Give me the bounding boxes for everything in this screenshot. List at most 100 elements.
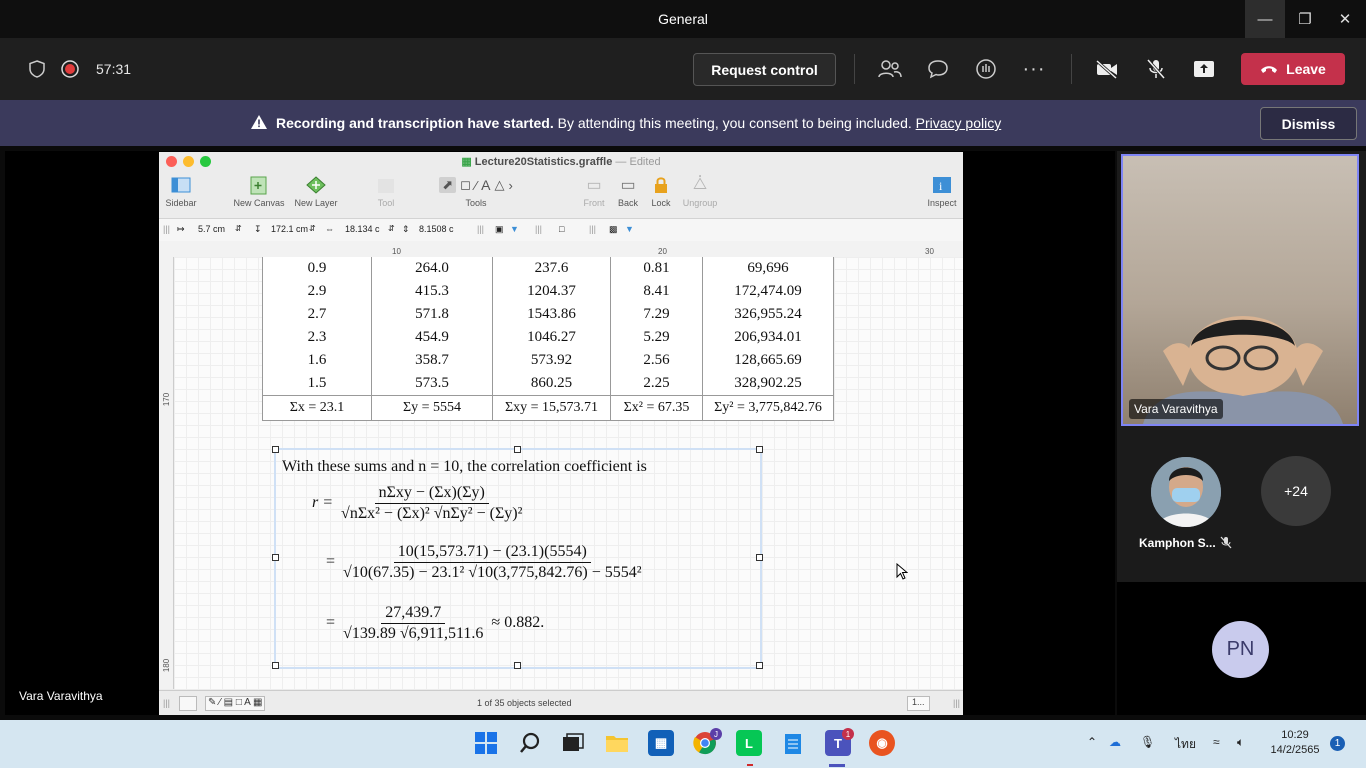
store-icon[interactable]: ▦ <box>648 730 674 756</box>
line-app-icon[interactable]: L <box>736 730 762 756</box>
stepper-icon[interactable]: ⇵ <box>309 224 316 233</box>
selection-status: 1 of 35 objects selected <box>477 698 572 708</box>
width-field[interactable]: 18.134 c <box>345 224 380 234</box>
wifi-icon[interactable]: ≈ <box>1213 735 1220 749</box>
y-position-field[interactable]: 172.1 cm <box>271 224 308 234</box>
pointer-icon[interactable]: ⬈ <box>439 177 457 193</box>
more-icon[interactable]: ··· <box>1021 56 1047 82</box>
graffle-file-icon: ▦ <box>461 156 472 168</box>
table-cell: 573.92 <box>492 349 611 372</box>
drawing-canvas[interactable]: 0.9 264.0 237.6 0.81 69,696 2.9 415.3 1204.37 8.… <box>174 257 963 689</box>
text-icon[interactable]: A <box>481 177 490 193</box>
ungroup-button[interactable]: ⧊ Ungroup <box>679 172 721 208</box>
dropdown-icon[interactable]: ▼ <box>510 224 519 234</box>
height-field[interactable]: 8.1508 c <box>419 224 454 234</box>
microphone-icon[interactable]: 🎙︎ <box>1140 735 1155 749</box>
stepper-icon[interactable]: ⇵ <box>388 224 395 233</box>
search-icon[interactable] <box>517 730 543 756</box>
zoom-select[interactable]: 1... <box>907 696 930 711</box>
selection-handle[interactable] <box>756 662 763 669</box>
lock-button[interactable]: Lock <box>648 172 674 208</box>
table-cell: 358.7 <box>371 349 493 372</box>
mic-off-icon[interactable] <box>1143 56 1169 82</box>
data-table: 0.9 264.0 237.6 0.81 69,696 2.9 415.3 1204.37 8.… <box>262 257 834 421</box>
formula-numerator: 10(15,573.71) − (23.1)(5554) <box>393 543 591 563</box>
file-explorer-icon[interactable] <box>604 730 630 756</box>
shape-icon[interactable]: ◻ <box>460 177 471 193</box>
tools-group[interactable]: ⬈ ◻ ∕ A △ › Tools <box>406 172 546 208</box>
table-cell: 1.5 <box>262 372 372 396</box>
new-layer-button[interactable]: New Layer <box>291 172 341 208</box>
leave-button[interactable]: Leave <box>1241 53 1345 85</box>
x-position-field[interactable]: 5.7 cm <box>198 224 225 234</box>
grip-icon: ||| <box>477 224 485 234</box>
sidebar-button[interactable]: Sidebar <box>164 172 198 208</box>
language-indicator[interactable]: ไทย <box>1175 735 1196 754</box>
shield-icon <box>24 56 50 82</box>
new-canvas-button[interactable]: New Canvas <box>231 172 287 208</box>
selection-handle[interactable] <box>272 554 279 561</box>
start-icon[interactable] <box>473 730 499 756</box>
selection-handle[interactable] <box>756 446 763 453</box>
chat-icon[interactable] <box>925 56 951 82</box>
stepper-icon[interactable]: ⇵ <box>235 224 242 233</box>
back-icon: ▭ <box>620 177 636 194</box>
request-control-button[interactable]: Request control <box>693 53 836 86</box>
notification-badge[interactable]: 1 <box>1330 736 1345 751</box>
table-cell: 2.7 <box>262 303 372 326</box>
onedrive-icon[interactable]: ☁ <box>1109 735 1121 749</box>
chevron-right-icon[interactable]: › <box>508 178 512 193</box>
notepad-icon[interactable] <box>780 730 806 756</box>
formula-denominator: √nΣx² − (Σx)² √nΣy² − (Σy)² <box>341 505 523 522</box>
people-icon[interactable] <box>877 56 903 82</box>
leave-label: Leave <box>1286 61 1326 77</box>
chevron-up-icon[interactable]: ⌃ <box>1087 735 1097 749</box>
shared-app-window[interactable]: ▦ Lecture20Statistics.graffle — Edited S… <box>159 152 963 715</box>
clock[interactable]: 10:29 14/2/2565 <box>1266 728 1324 758</box>
share-icon[interactable] <box>1191 56 1217 82</box>
selection-handle[interactable] <box>514 446 521 453</box>
sidebar-toggle-icon[interactable] <box>179 696 197 711</box>
fill-icon[interactable]: ▣ <box>495 224 504 235</box>
selection-handle[interactable] <box>756 554 763 561</box>
table-cell: 571.8 <box>371 303 493 326</box>
privacy-policy-link[interactable]: Privacy policy <box>916 115 1002 131</box>
more-participants-button[interactable]: +24 <box>1261 456 1331 526</box>
ubuntu-icon[interactable]: ◉ <box>869 730 895 756</box>
table-sum-cell: Σx = 23.1 <box>262 395 372 421</box>
participant-avatar[interactable] <box>1151 457 1221 527</box>
selection-handle[interactable] <box>272 662 279 669</box>
restore-icon[interactable]: ❐ <box>1285 0 1325 38</box>
inspect-button[interactable]: i Inspect <box>924 172 960 208</box>
active-speaker-video[interactable]: Vara Varavithya <box>1121 154 1359 426</box>
participant-initials-avatar[interactable]: PN <box>1212 621 1269 678</box>
selection-handle[interactable] <box>272 446 279 453</box>
tools-icon: ⬈ ◻ ∕ A △ › <box>406 172 546 198</box>
tool-icon <box>371 172 401 198</box>
camera-off-icon[interactable] <box>1094 56 1120 82</box>
back-button[interactable]: ▭ Back <box>614 172 642 208</box>
stroke-icon[interactable]: □ <box>559 224 564 234</box>
dismiss-button[interactable]: Dismiss <box>1260 107 1357 140</box>
formula-numerator: 27,439.7 <box>381 604 446 624</box>
minimize-icon[interactable]: — <box>1245 0 1285 38</box>
volume-icon[interactable]: 🔈︎ <box>1237 735 1244 750</box>
shadow-icon[interactable]: ▩ <box>609 224 618 235</box>
ruler-tick: 10 <box>392 247 401 256</box>
pen-icon[interactable]: △ <box>494 177 504 193</box>
line-icon[interactable]: ∕ <box>475 178 477 193</box>
tool-button[interactable]: Tool <box>371 172 401 208</box>
drawing-tools-strip[interactable]: ✎ ⁄ ▤ □ A ▦ <box>205 696 266 711</box>
recording-banner: Recording and transcription have started… <box>0 100 1366 146</box>
close-icon[interactable]: ✕ <box>1325 0 1365 38</box>
formula-box[interactable]: With these sums and n = 10, the correlat… <box>272 446 763 669</box>
table-cell: 0.81 <box>610 257 703 280</box>
raise-hand-icon[interactable] <box>973 56 999 82</box>
dropdown-icon[interactable]: ▼ <box>625 224 634 234</box>
grip-icon: ||| <box>163 224 171 234</box>
participant-name: Kamphon S... <box>1139 536 1216 550</box>
front-button[interactable]: ▭ Front <box>579 172 609 208</box>
selection-handle[interactable] <box>514 662 521 669</box>
formula-denominator: √139.89 √6,911,511.6 <box>343 625 484 642</box>
task-view-icon[interactable] <box>560 730 586 756</box>
